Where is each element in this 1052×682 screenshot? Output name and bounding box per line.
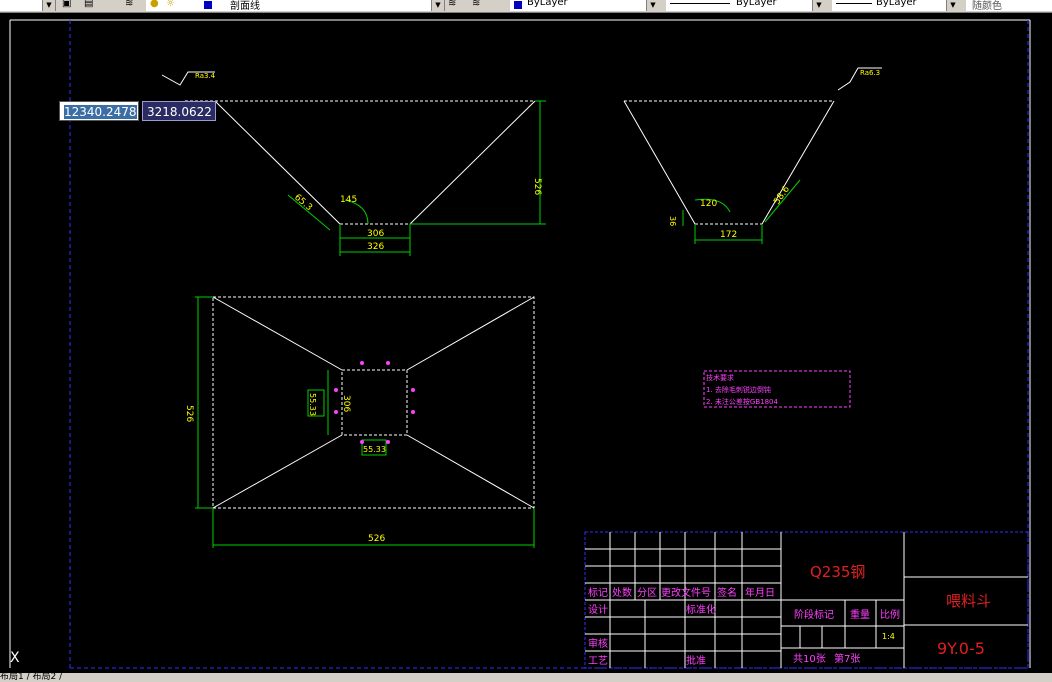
tb-stage: 阶段标记 [794,608,834,621]
dim-plan-height: 526 [184,405,194,422]
tb-weight: 重量 [850,608,870,621]
ucs-x-label: X [10,650,20,666]
tb-col-date: 年月日 [745,586,775,599]
coordinate-y-input[interactable]: 3218.0622 [142,101,216,121]
roughness-label: Ra3.4 [195,72,216,80]
title-block: Q235钢 喂料斗 9Y.0-5 标记 处数 分区 更改文件号 签名 年月日 设… [584,531,1029,669]
part-name: 喂料斗 [946,592,991,610]
tb-scale-value: 1:4 [882,632,895,641]
dim-angle: 120 [700,199,717,209]
tb-col-sign: 签名 [717,586,737,599]
tb-approve: 批准 [686,654,706,667]
tb-design: 设计 [588,603,608,616]
notes-line: 2. 未注公差按GB1804 [706,397,778,406]
tb-col-count: 处数 [612,586,632,599]
dim-inner: 306 [367,229,384,239]
tb-sheets: 共10张 [793,653,826,665]
tech-notes: 技术要求 1. 去除毛刺锐边倒钝 2. 未注公差按GB1804 [703,370,851,408]
dim-square-left: 55.33 [308,393,317,416]
dim-square-bottom: 55.33 [363,445,386,454]
dim-bottom: 172 [720,230,737,240]
dim-square: 306 [341,395,351,412]
ucs-icon: X [9,650,20,668]
front-view: Ra3.4 526 65.3 145 306 326 [161,71,546,256]
coordinate-y-value: 3218.0622 [147,105,212,119]
notes-line: 1. 去除毛刺锐边倒钝 [706,385,771,394]
tb-craft: 工艺 [588,655,608,667]
tb-col-mark: 标记 [588,587,608,599]
dim-plan-width: 526 [368,534,385,544]
material-label: Q235钢 [810,563,865,581]
roughness-label: Ra6.3 [860,69,880,77]
tb-sheet-no: 第7张 [834,652,860,665]
dim-height: 526 [532,178,542,195]
layout-tabs[interactable]: 布局1 / 布局2 / [0,673,1052,682]
coordinate-x-value: 12340.2478 [64,105,137,119]
tb-review: 审核 [588,637,608,650]
tb-col-change: 更改文件号 [661,586,711,599]
notes-title: 技术要求 [706,373,734,382]
dim-angle: 145 [340,195,357,205]
coordinate-x-input[interactable]: 12340.2478 [59,101,139,121]
tb-standard: 标准化 [686,603,716,616]
tb-col-zone: 分区 [637,587,657,599]
dim-small: 36 [668,216,677,226]
drawing-number: 9Y.0-5 [937,639,985,658]
side-view: Ra6.3 120 58.6 36 172 [623,67,882,244]
dim-outer: 326 [367,242,384,252]
layout-tab-labels[interactable]: 布局1 / 布局2 / [0,673,62,682]
tb-scale: 比例 [880,608,900,621]
dim-slant: 58.6 [772,184,792,206]
plan-view: 526 526 306 55.33 55.33 [184,296,535,548]
